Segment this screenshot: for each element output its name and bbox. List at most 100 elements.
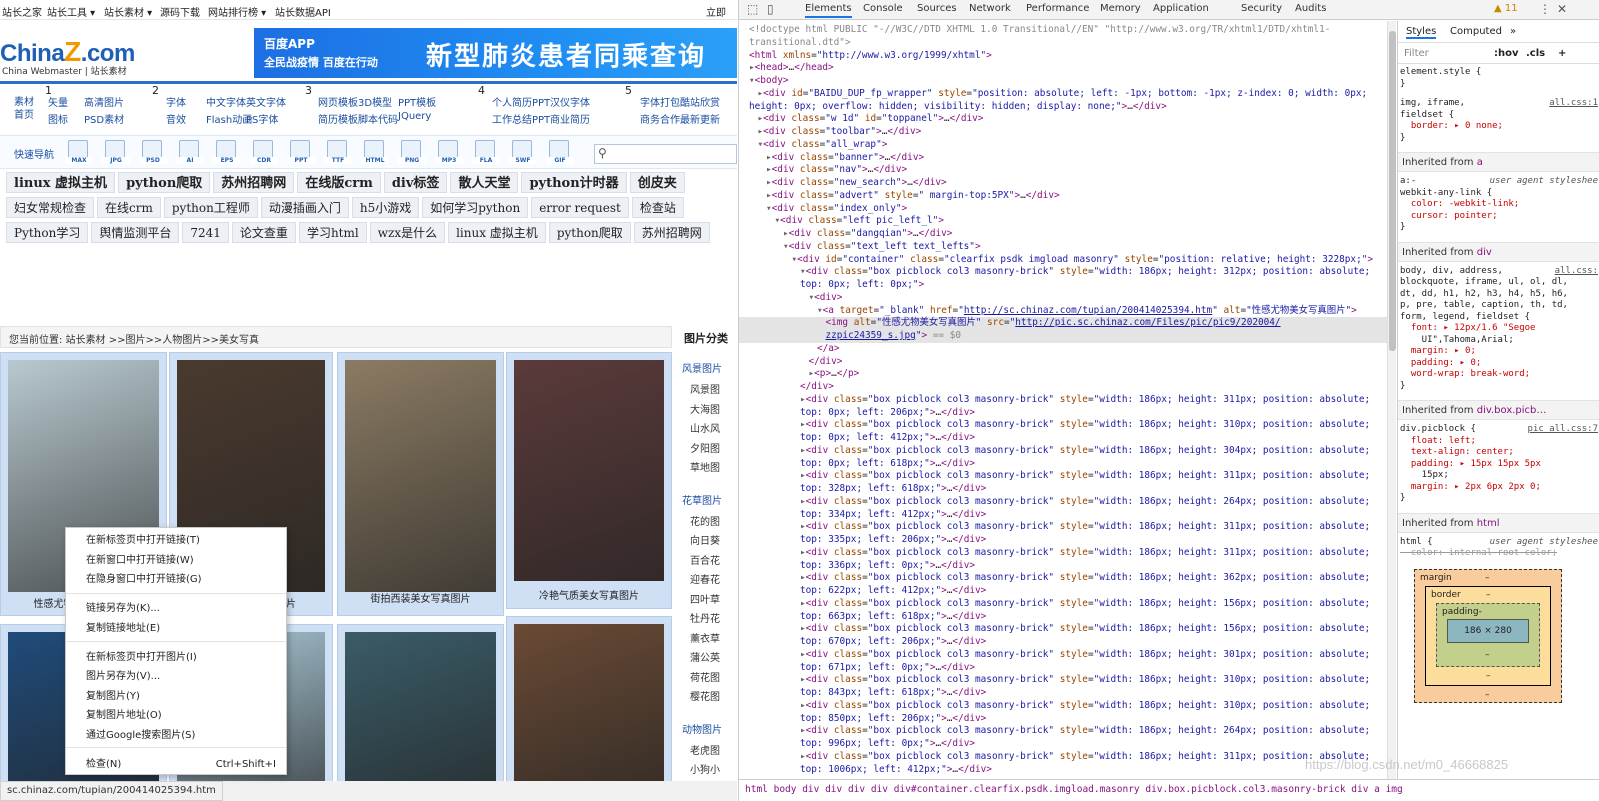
- dom-node-line[interactable]: ▾<div class="box picblock col3 masonry-b…: [800, 266, 1370, 279]
- hot-tag[interactable]: 在线crm: [97, 197, 161, 218]
- dom-node-line[interactable]: top: 0px; left: 412px;">…</div>: [800, 432, 975, 445]
- nav-link[interactable]: PPT模板: [398, 94, 436, 109]
- context-menu-item[interactable]: 通过Google搜索图片(S): [86, 727, 276, 745]
- search-icon[interactable]: ⚲: [598, 146, 607, 160]
- css-rule-line[interactable]: color: internal-root-color;: [1400, 548, 1599, 560]
- nav-link[interactable]: 酷站欣赏: [680, 94, 720, 109]
- file-type-icon[interactable]: JPG: [102, 140, 130, 164]
- sidebar-item[interactable]: 小狗小: [690, 761, 720, 776]
- dom-node-line[interactable]: top: 670px; left: 206px;">…</div>: [800, 636, 986, 649]
- nav-link[interactable]: 高清图片: [84, 94, 124, 109]
- nav-link[interactable]: 工作总结PPT: [492, 111, 550, 126]
- sidebar-item[interactable]: 夕阳图: [690, 440, 720, 455]
- picture-thumbnail[interactable]: [345, 632, 496, 792]
- hot-tag[interactable]: 创皮夹: [629, 172, 685, 193]
- file-type-icon[interactable]: HTML: [361, 140, 389, 164]
- hot-tag[interactable]: 7241: [182, 222, 229, 243]
- dom-breadcrumb[interactable]: html body div div div div div#container.…: [739, 779, 1599, 801]
- hot-tag[interactable]: python爬取: [548, 222, 631, 243]
- hot-tag[interactable]: h5小游戏: [351, 197, 420, 218]
- inherited-selector[interactable]: div: [1477, 247, 1492, 258]
- nav-link[interactable]: 最新更新: [680, 111, 720, 126]
- nav-link[interactable]: 字体打包: [640, 94, 680, 109]
- dom-node-line[interactable]: top: 335px; left: 206px;">…</div>: [800, 534, 986, 547]
- hot-tag[interactable]: 学习html: [298, 222, 367, 243]
- close-devtools-icon[interactable]: ✕: [1557, 2, 1567, 16]
- hot-tag[interactable]: 动漫插画入门: [260, 197, 349, 218]
- dom-node-line[interactable]: </div>: [809, 356, 843, 369]
- css-rule-line[interactable]: text-align: center;: [1400, 447, 1599, 459]
- dom-node-line[interactable]: top: 671px; left: 0px;">…</div>: [800, 662, 975, 675]
- sidebar-item[interactable]: 草地图: [690, 459, 720, 474]
- tab-network[interactable]: Network: [969, 3, 1011, 14]
- dom-node-line[interactable]: ▸<div class="new_search">…</div>: [766, 177, 947, 190]
- tab-computed[interactable]: Computed: [1450, 26, 1502, 37]
- context-menu-item[interactable]: 在新标签页中打开图片(I): [86, 649, 276, 667]
- css-rule-line[interactable]: color: -webkit-link;: [1400, 199, 1599, 211]
- tab-styles[interactable]: Styles: [1406, 26, 1437, 39]
- dom-node-line[interactable]: ▾<div class="text_left text_lefts">: [783, 241, 981, 254]
- file-type-icon[interactable]: PNG: [398, 140, 426, 164]
- sidebar-item[interactable]: 山水风: [690, 420, 720, 435]
- dom-node-line[interactable]: ▾<div class="index_only">: [766, 203, 907, 216]
- hot-tag[interactable]: 舆情监测平台: [91, 222, 180, 243]
- sidebar-item[interactable]: 四叶草: [690, 591, 720, 606]
- hover-state-toggle[interactable]: :hov: [1494, 48, 1519, 59]
- file-type-icon[interactable]: AI: [176, 140, 204, 164]
- nav-link[interactable]: JQuery: [398, 111, 431, 122]
- css-source-link[interactable]: all.css:1: [1549, 98, 1598, 110]
- quick-search-input[interactable]: ⚲: [594, 144, 737, 164]
- nav-category[interactable]: 素材 首页: [12, 96, 36, 122]
- dom-node-line[interactable]: ▸<div class="banner">…</div>: [766, 152, 924, 165]
- context-menu-item[interactable]: 图片另存为(V)...: [86, 668, 276, 686]
- context-menu-item[interactable]: 复制图片(Y): [86, 688, 276, 706]
- tab-application[interactable]: Application: [1153, 3, 1209, 14]
- dom-node-line[interactable]: transitional.dtd">: [749, 37, 851, 50]
- context-menu-item[interactable]: 复制链接地址(E): [86, 620, 276, 638]
- dom-node-line[interactable]: ▸<div class="box picblock col3 masonry-b…: [800, 751, 1370, 764]
- sidebar-section[interactable]: 动物图片: [682, 721, 722, 736]
- new-rule-icon[interactable]: +: [1558, 48, 1566, 59]
- hot-tag[interactable]: 妇女常规检查: [6, 197, 95, 218]
- sidebar-item[interactable]: 花的图: [690, 513, 720, 528]
- top-link[interactable]: 网站排行榜 ▾: [208, 4, 266, 19]
- dom-node-line[interactable]: <!doctype html PUBLIC "-//W3C//DTD XHTML…: [749, 24, 1330, 37]
- picture-card[interactable]: [506, 616, 672, 792]
- nav-link[interactable]: 英文字体: [246, 94, 286, 109]
- nav-link[interactable]: 网页模板: [318, 94, 358, 109]
- nav-link[interactable]: 商务合作: [640, 111, 680, 126]
- hot-tag[interactable]: 论文查重: [231, 222, 296, 243]
- picture-thumbnail[interactable]: [345, 360, 496, 592]
- picture-thumbnail[interactable]: [514, 624, 664, 792]
- context-menu-item[interactable]: 在隐身窗口中打开链接(G): [86, 571, 276, 589]
- scrollbar-thumb[interactable]: [1389, 31, 1396, 351]
- dom-node-line[interactable]: top: 334px; left: 412px;">…</div>: [800, 509, 986, 522]
- css-rule-line[interactable]: margin: ▸ 0;: [1400, 346, 1599, 358]
- hot-tag[interactable]: wzx是什么: [369, 222, 446, 243]
- css-source-link[interactable]: pic_all.css:7: [1528, 424, 1598, 436]
- hot-tag[interactable]: python计时器: [521, 172, 627, 193]
- file-type-icon[interactable]: CDR: [250, 140, 278, 164]
- dom-node-line[interactable]: ▸<div class="box picblock col3 masonry-b…: [800, 470, 1370, 483]
- hot-tag[interactable]: 苏州招聘网: [213, 172, 295, 193]
- css-rule-line[interactable]: padding: ▸ 15px 15px 5px: [1400, 459, 1599, 471]
- dom-node-line[interactable]: ▸<div class="w 1d" id="toppanel">…</div>: [758, 113, 984, 126]
- hot-tag[interactable]: error request: [531, 197, 629, 218]
- picture-caption[interactable]: 冷艳气质美女写真图片: [507, 587, 671, 602]
- dom-node-line[interactable]: height: 0px; overflow: hidden; visibilit…: [749, 101, 1167, 114]
- device-toolbar-icon[interactable]: ▯: [767, 2, 774, 16]
- dom-node-line[interactable]: ▸<div class="dangqian">…</div>: [783, 228, 952, 241]
- sidebar-item[interactable]: 蒲公英: [690, 649, 720, 664]
- banner-ad[interactable]: 百度APP 全民战疫情 百度在行动 新型肺炎患者同乘查询: [254, 28, 737, 78]
- sidebar-item[interactable]: 大海图: [690, 401, 720, 416]
- css-rule-line[interactable]: font: ▸ 12px/1.6 "Segoe: [1400, 323, 1599, 335]
- dom-node-line[interactable]: ▸<div class="box picblock col3 masonry-b…: [800, 521, 1370, 534]
- context-menu-item[interactable]: 在新窗口中打开链接(W): [86, 552, 276, 570]
- hot-tag[interactable]: div标签: [383, 172, 448, 193]
- dom-node-line[interactable]: ▾<div class="left pic_left_l">: [775, 215, 944, 228]
- context-menu-item[interactable]: 在新标签页中打开链接(T): [86, 532, 276, 550]
- tab-security[interactable]: Security: [1241, 3, 1282, 14]
- sidebar-item[interactable]: 风景图: [690, 381, 720, 396]
- file-type-icon[interactable]: SWF: [509, 140, 537, 164]
- css-rule-line[interactable]: padding: ▸ 0;: [1400, 358, 1599, 370]
